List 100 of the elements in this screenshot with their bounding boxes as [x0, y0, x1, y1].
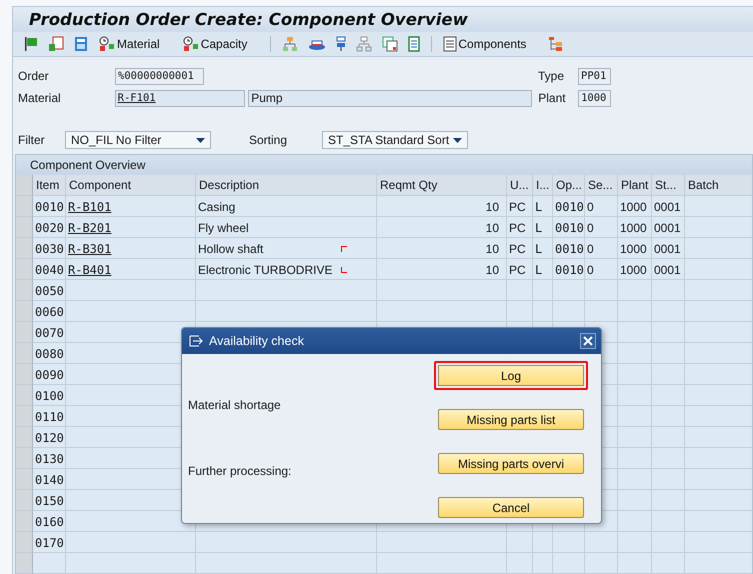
table-cell: L [535, 242, 542, 256]
table-cell: Fly wheel [198, 220, 249, 234]
caret-icon [453, 138, 462, 142]
row-selector[interactable] [16, 385, 33, 406]
dialog-label: Further processing: [188, 464, 292, 478]
table-cell: 0010 [555, 200, 584, 214]
select-all-button[interactable] [16, 175, 33, 196]
row-selector[interactable] [16, 238, 33, 259]
table-cell: 0080 [35, 346, 64, 360]
column-header[interactable]: Batch [685, 175, 752, 196]
column-header[interactable]: Se... [585, 175, 618, 196]
column-header[interactable]: Description [196, 175, 377, 196]
row-selector[interactable] [16, 490, 33, 511]
dialog-button[interactable]: Log [434, 361, 588, 390]
dialog-label: Material shortage [188, 398, 282, 412]
caret-icon [196, 138, 205, 142]
filter-dropdown[interactable]: NO_FIL No Filter [65, 131, 211, 149]
table-cell: PC [509, 200, 526, 214]
table-cell: 0030 [35, 242, 64, 256]
table-cell: PC [509, 242, 526, 256]
row-selector[interactable] [16, 553, 33, 574]
flag-icon [24, 36, 38, 52]
row-selector[interactable] [16, 427, 33, 448]
table-cell: L [535, 220, 542, 234]
corner-mark [341, 267, 347, 273]
table-cell: 0060 [35, 304, 64, 318]
table-cell: Electronic TURBODRIVE [198, 262, 332, 276]
table-cell: PC [509, 220, 526, 234]
column-header[interactable]: U... [507, 175, 533, 196]
type-field[interactable]: PP01 [578, 68, 611, 84]
table-cell: 1000 [620, 220, 647, 234]
component-link[interactable]: R-B301 [68, 242, 112, 256]
column-header[interactable]: Reqmt Qty [377, 175, 507, 196]
column-header[interactable]: Plant [618, 175, 652, 196]
table-cell: 0040 [35, 262, 64, 276]
row-selector[interactable] [16, 532, 33, 553]
row-selector[interactable] [16, 301, 33, 322]
row-selector[interactable] [16, 343, 33, 364]
table-cell: 0100 [35, 388, 64, 402]
hierarchy-icon [356, 36, 372, 52]
column-header[interactable]: I... [533, 175, 553, 196]
row-selector[interactable] [16, 469, 33, 490]
table-cell: 0001 [654, 220, 681, 234]
table-cell: 0120 [35, 430, 64, 444]
toolbar-button[interactable]: Material [95, 32, 175, 55]
dialog-button[interactable]: Missing parts overvi [438, 453, 584, 474]
table-cell: Casing [198, 200, 236, 214]
field-label: Material [17, 91, 62, 105]
column-header[interactable]: Item [33, 175, 66, 196]
table-cell: 1000 [620, 242, 647, 256]
table-cell: L [535, 200, 542, 214]
clock-icon [182, 36, 200, 52]
row-selector[interactable] [16, 217, 33, 238]
table-cell: 0001 [654, 200, 681, 214]
table-cell: 0010 [555, 262, 584, 276]
table-cell: 0140 [35, 472, 64, 486]
column-header[interactable]: Op... [553, 175, 585, 196]
row-selector[interactable] [16, 259, 33, 280]
table-cell: 0001 [654, 242, 681, 256]
row-selector[interactable] [16, 511, 33, 532]
row-selector[interactable] [16, 448, 33, 469]
table-cell: 0050 [35, 284, 64, 298]
dialog-button[interactable]: Missing parts list [438, 409, 584, 430]
table-cell: 1000 [620, 262, 647, 276]
row-selector[interactable] [16, 280, 33, 301]
document-icon [443, 36, 458, 52]
row-selector[interactable] [16, 364, 33, 385]
table-cell: 0 [587, 262, 594, 276]
column-header[interactable]: Component [66, 175, 196, 196]
dialog-button[interactable]: Cancel [438, 497, 584, 518]
close-button[interactable] [580, 333, 596, 349]
component-link[interactable]: R-B101 [68, 200, 112, 214]
table-cell: 0001 [654, 262, 681, 276]
component-link[interactable]: R-B201 [68, 220, 112, 234]
field-label: Filter [17, 133, 46, 147]
row-selector[interactable] [16, 322, 33, 343]
table-cell: L [535, 262, 542, 276]
table-cell: 0070 [35, 326, 64, 340]
toolbar-button[interactable]: Components [440, 32, 542, 55]
toolbar-button[interactable]: Capacity [178, 32, 262, 55]
windows-icon [382, 36, 398, 52]
table-cell: 0020 [35, 220, 64, 234]
table-cell: 10 [486, 220, 499, 234]
column-header[interactable]: St... [652, 175, 685, 196]
window-title: Production Order Create: Component Overview [29, 10, 468, 29]
table-title: Component Overview [30, 158, 146, 172]
component-link[interactable]: R-B401 [68, 262, 112, 276]
row-selector[interactable] [16, 196, 33, 217]
table-cell: 1000 [620, 200, 647, 214]
material-field[interactable]: R-F101 [114, 90, 246, 106]
plant-field[interactable]: 1000 [578, 90, 611, 106]
table-cell: 0160 [35, 514, 64, 528]
field-label: Type [537, 69, 566, 83]
table-cell: PC [509, 262, 526, 276]
corner-mark [341, 246, 347, 252]
sorting-dropdown[interactable]: ST_STA Standard Sort [322, 131, 468, 149]
order-field[interactable]: %00000000001 [115, 68, 204, 84]
material-description-field: Pump [248, 90, 532, 106]
table-cell: 0010 [35, 200, 64, 214]
row-selector[interactable] [16, 406, 33, 427]
